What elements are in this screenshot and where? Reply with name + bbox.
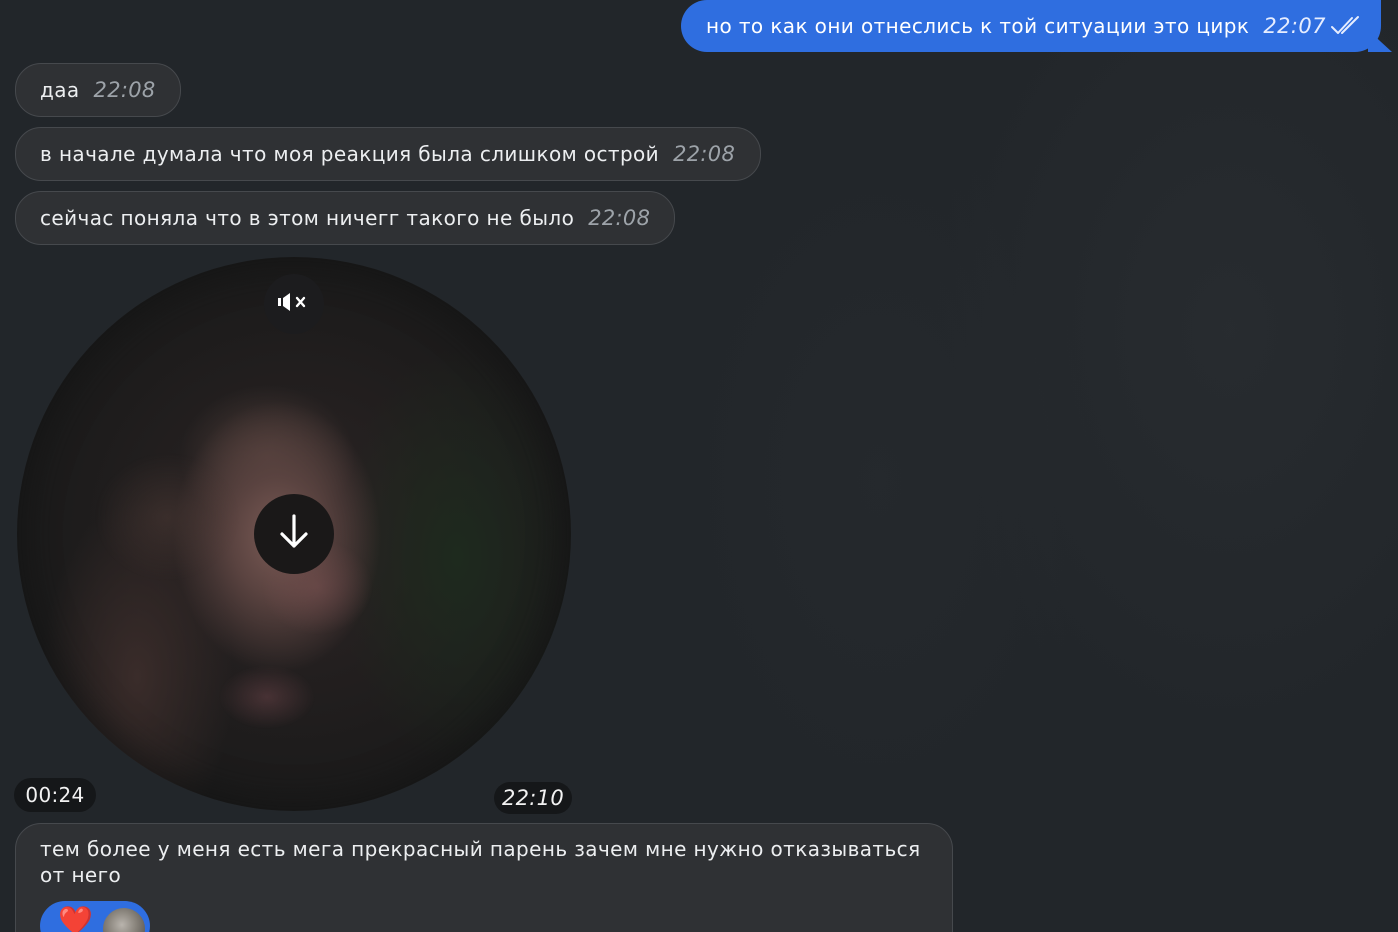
double-check-icon bbox=[1330, 15, 1362, 37]
bubble-tail bbox=[1368, 30, 1392, 52]
incoming-message[interactable]: даа 22:08 bbox=[15, 63, 181, 117]
message-time: 22:08 bbox=[673, 142, 736, 166]
message-time: 22:07 bbox=[1263, 14, 1326, 38]
message-text: но то как они отнеслись к той ситуации э… bbox=[706, 14, 1250, 38]
download-arrow-icon bbox=[276, 512, 312, 556]
speaker-muted-icon bbox=[277, 291, 311, 317]
incoming-message[interactable]: в начале думала что моя реакция была сли… bbox=[15, 127, 761, 181]
message-time: 22:10 bbox=[501, 786, 565, 810]
message-text: в начале думала что моя реакция была сли… bbox=[40, 142, 660, 166]
message-text: тем более у меня есть мега прекрасный па… bbox=[40, 837, 921, 887]
message-time: 22:08 bbox=[588, 206, 651, 230]
mute-toggle-button[interactable] bbox=[264, 274, 324, 334]
heart-icon: ❤️ bbox=[58, 904, 93, 932]
video-duration: 00:24 bbox=[25, 783, 85, 807]
outgoing-message[interactable]: но то как они отнеслись к той ситуации э… bbox=[681, 0, 1381, 52]
message-time: 22:08 bbox=[93, 78, 156, 102]
incoming-message[interactable]: сейчас поняла что в этом ничегг такого н… bbox=[15, 191, 675, 245]
download-button[interactable] bbox=[254, 494, 334, 574]
avatar bbox=[101, 906, 147, 932]
video-duration-badge: 00:24 bbox=[14, 778, 96, 812]
reactions-chip[interactable]: ❤️ bbox=[40, 901, 150, 932]
chat-view: но то как они отнеслись к той ситуации э… bbox=[0, 0, 1398, 932]
message-text: даа bbox=[40, 78, 80, 102]
message-text: сейчас поняла что в этом ничегг такого н… bbox=[40, 206, 575, 230]
incoming-message[interactable]: тем более у меня есть мега прекрасный па… bbox=[15, 823, 953, 932]
video-time-badge: 22:10 bbox=[494, 782, 572, 814]
